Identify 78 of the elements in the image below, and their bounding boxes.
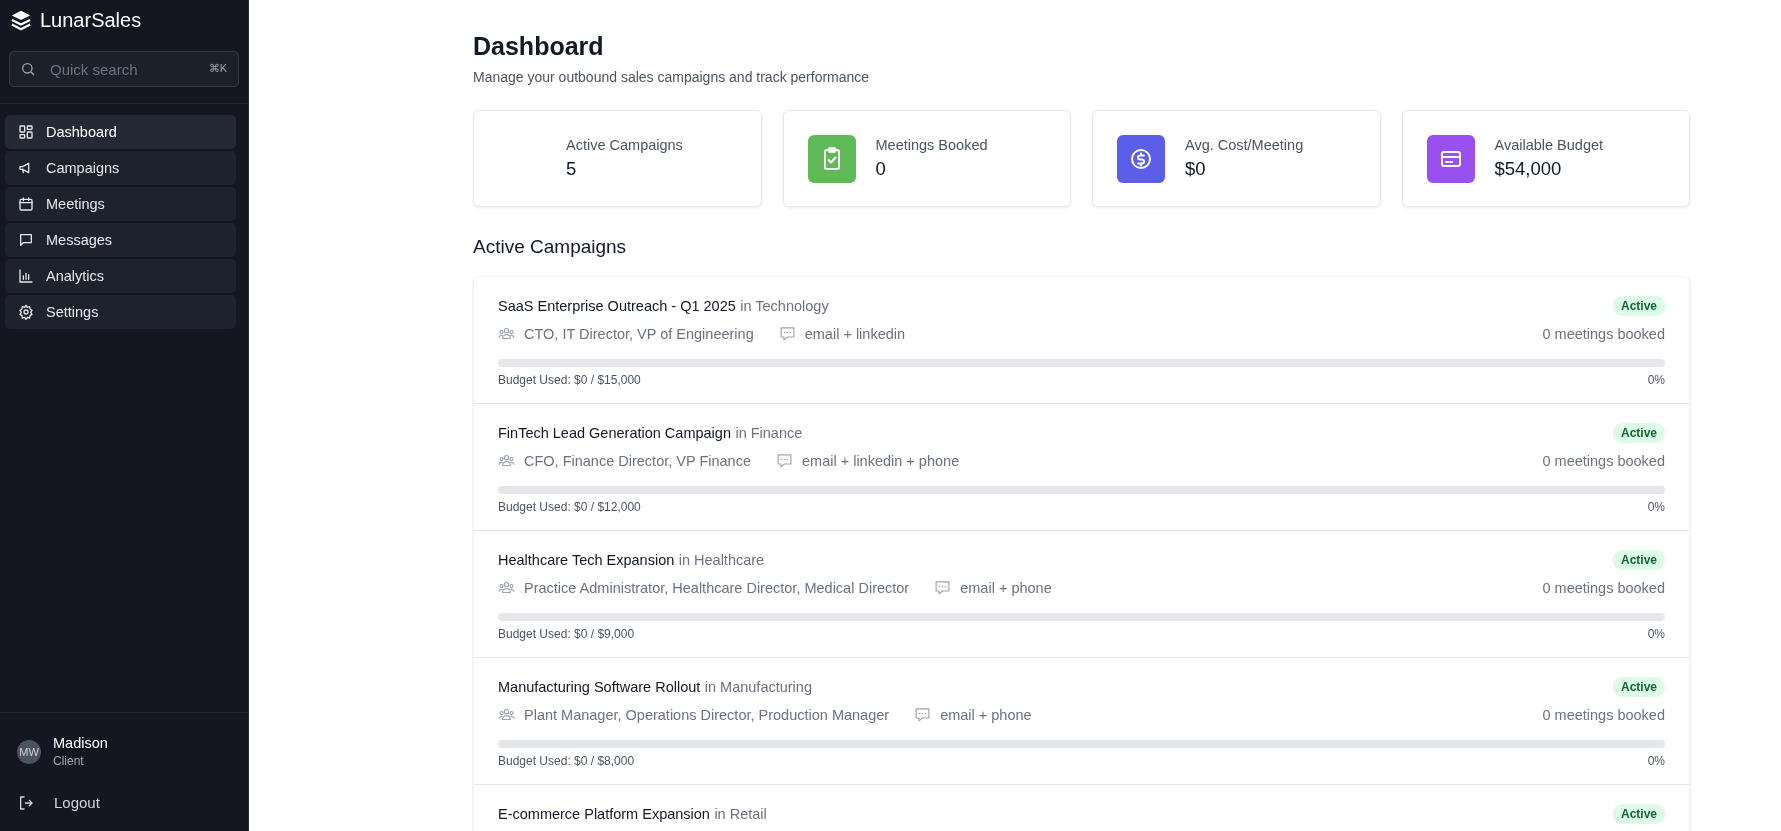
status-badge: Active [1612, 550, 1665, 570]
stat-label: Active Campaigns [566, 137, 683, 153]
stat-value: 5 [566, 158, 578, 180]
budget-percent: 0% [1647, 500, 1665, 514]
campaign-card[interactable]: FinTech Lead Generation Campaign in Finance Active CFO, Finance Director, VP Finance email + linkedin + phone 0 meetings booked Budget Used: $0 / $12,000 0% [474, 404, 1689, 531]
campaign-name: Healthcare Tech Expansion [498, 552, 675, 568]
meetings-count: 0 meetings booked [1542, 706, 1665, 723]
budget-used: Budget Used: $0 / $15,000 [498, 373, 641, 387]
stat-label: Available Budget [1494, 137, 1604, 153]
page-title: Dashboard [473, 32, 605, 61]
target-roles: Plant Manager, Operations Director, Production Manager [524, 706, 890, 723]
chat-icon [18, 232, 34, 248]
campaign-name: Manufacturing Software Rollout [498, 679, 701, 695]
meetings-count: 0 meetings booked [1542, 579, 1665, 596]
grid-icon [18, 124, 34, 140]
nav-item[interactable]: Meetings [5, 187, 236, 221]
user-name: Madison [53, 735, 108, 751]
logout-icon [18, 794, 34, 811]
logout-button[interactable]: Logout [0, 794, 248, 811]
page-subtitle: Manage your outbound sales campaigns and track performance [473, 69, 871, 85]
status-badge: Active [1612, 677, 1665, 697]
chat-icon [914, 706, 932, 723]
campaign-card[interactable]: E-commerce Platform Expansion in Retail Active [474, 785, 1689, 831]
chat-icon [776, 452, 793, 469]
nav-item[interactable]: Dashboard [5, 115, 236, 149]
status-badge: Active [1612, 804, 1665, 824]
budget-percent: 0% [1647, 754, 1665, 768]
people-icon [498, 706, 515, 723]
brand-name: LunarSales [40, 8, 142, 32]
nav-item[interactable]: Settings [5, 295, 236, 329]
people-icon [498, 325, 515, 342]
layers-icon [10, 9, 32, 31]
budget-used: Budget Used: $0 / $8,000 [498, 754, 635, 768]
channels: email + phone [940, 706, 1032, 723]
stat-label: Avg. Cost/Meeting [1185, 137, 1304, 153]
gear-icon [18, 304, 34, 320]
campaign-card[interactable]: Manufacturing Software Rollout in Manufacturing Active Plant Manager, Operations Director, Production Manager email + phone 0 meetings booked Budget Used: $0 / $8,000 0% [474, 658, 1689, 785]
campaign-card[interactable]: Healthcare Tech Expansion in Healthcare Active Practice Administrator, Healthcare Director, Medical Director email + phone 0 meetings booked Budget Used: $0 / $9,000 0% [474, 531, 1689, 658]
target-roles: CTO, IT Director, VP of Engineering [524, 325, 754, 342]
stat-value: 0 [875, 158, 887, 180]
budget-used: Budget Used: $0 / $12,000 [498, 500, 641, 514]
channels: email + phone [960, 579, 1052, 596]
campaign-name: SaaS Enterprise Outreach - Q1 2025 [498, 298, 736, 314]
stat-value: $0 [1185, 158, 1207, 180]
channels: email + linkedin + phone [802, 452, 960, 469]
nav-item[interactable]: Messages [5, 223, 236, 257]
chat-icon [778, 325, 796, 342]
stat-value: $54,000 [1494, 158, 1563, 180]
people-icon [498, 452, 515, 469]
nav-item[interactable]: Analytics [5, 259, 236, 293]
user-avatar: MW [17, 739, 41, 764]
budget-used: Budget Used: $0 / $9,000 [498, 627, 635, 641]
people-icon [498, 579, 515, 596]
shortcut-hint: ⌘K [208, 62, 227, 75]
calendar-icon [18, 196, 34, 212]
user-role: Client [53, 754, 85, 768]
campaign-name: FinTech Lead Generation Campaign [498, 425, 731, 441]
section-title: Active Campaigns [473, 236, 628, 258]
campaign-name: E-commerce Platform Expansion [498, 806, 710, 822]
campaign-category: in Finance [735, 425, 803, 441]
target-roles: Practice Administrator, Healthcare Director, Medical Director [524, 579, 910, 596]
campaign-category: in Manufacturing [704, 679, 812, 695]
chart-icon [18, 268, 34, 284]
campaign-card[interactable]: SaaS Enterprise Outreach - Q1 2025 in Technology Active CTO, IT Director, VP of Engineering email + linkedin 0 meetings booked Budget Used: $0 / $15,000 0% [474, 277, 1689, 404]
nav-item[interactable]: Campaigns [5, 151, 236, 185]
chat-icon [934, 579, 952, 596]
meetings-count: 0 meetings booked [1542, 325, 1665, 342]
status-badge: Active [1612, 423, 1665, 443]
channels: email + linkedin [804, 325, 906, 342]
target-roles: CFO, Finance Director, VP Finance [524, 452, 751, 469]
stat-label: Meetings Booked [875, 137, 988, 153]
budget-percent: 0% [1647, 373, 1665, 387]
campaign-category: in Healthcare [678, 552, 765, 568]
budget-percent: 0% [1647, 627, 1665, 641]
status-badge: Active [1612, 296, 1665, 316]
campaign-category: in Technology [740, 298, 829, 314]
meetings-count: 0 meetings booked [1542, 452, 1665, 469]
campaign-category: in Retail [714, 806, 767, 822]
